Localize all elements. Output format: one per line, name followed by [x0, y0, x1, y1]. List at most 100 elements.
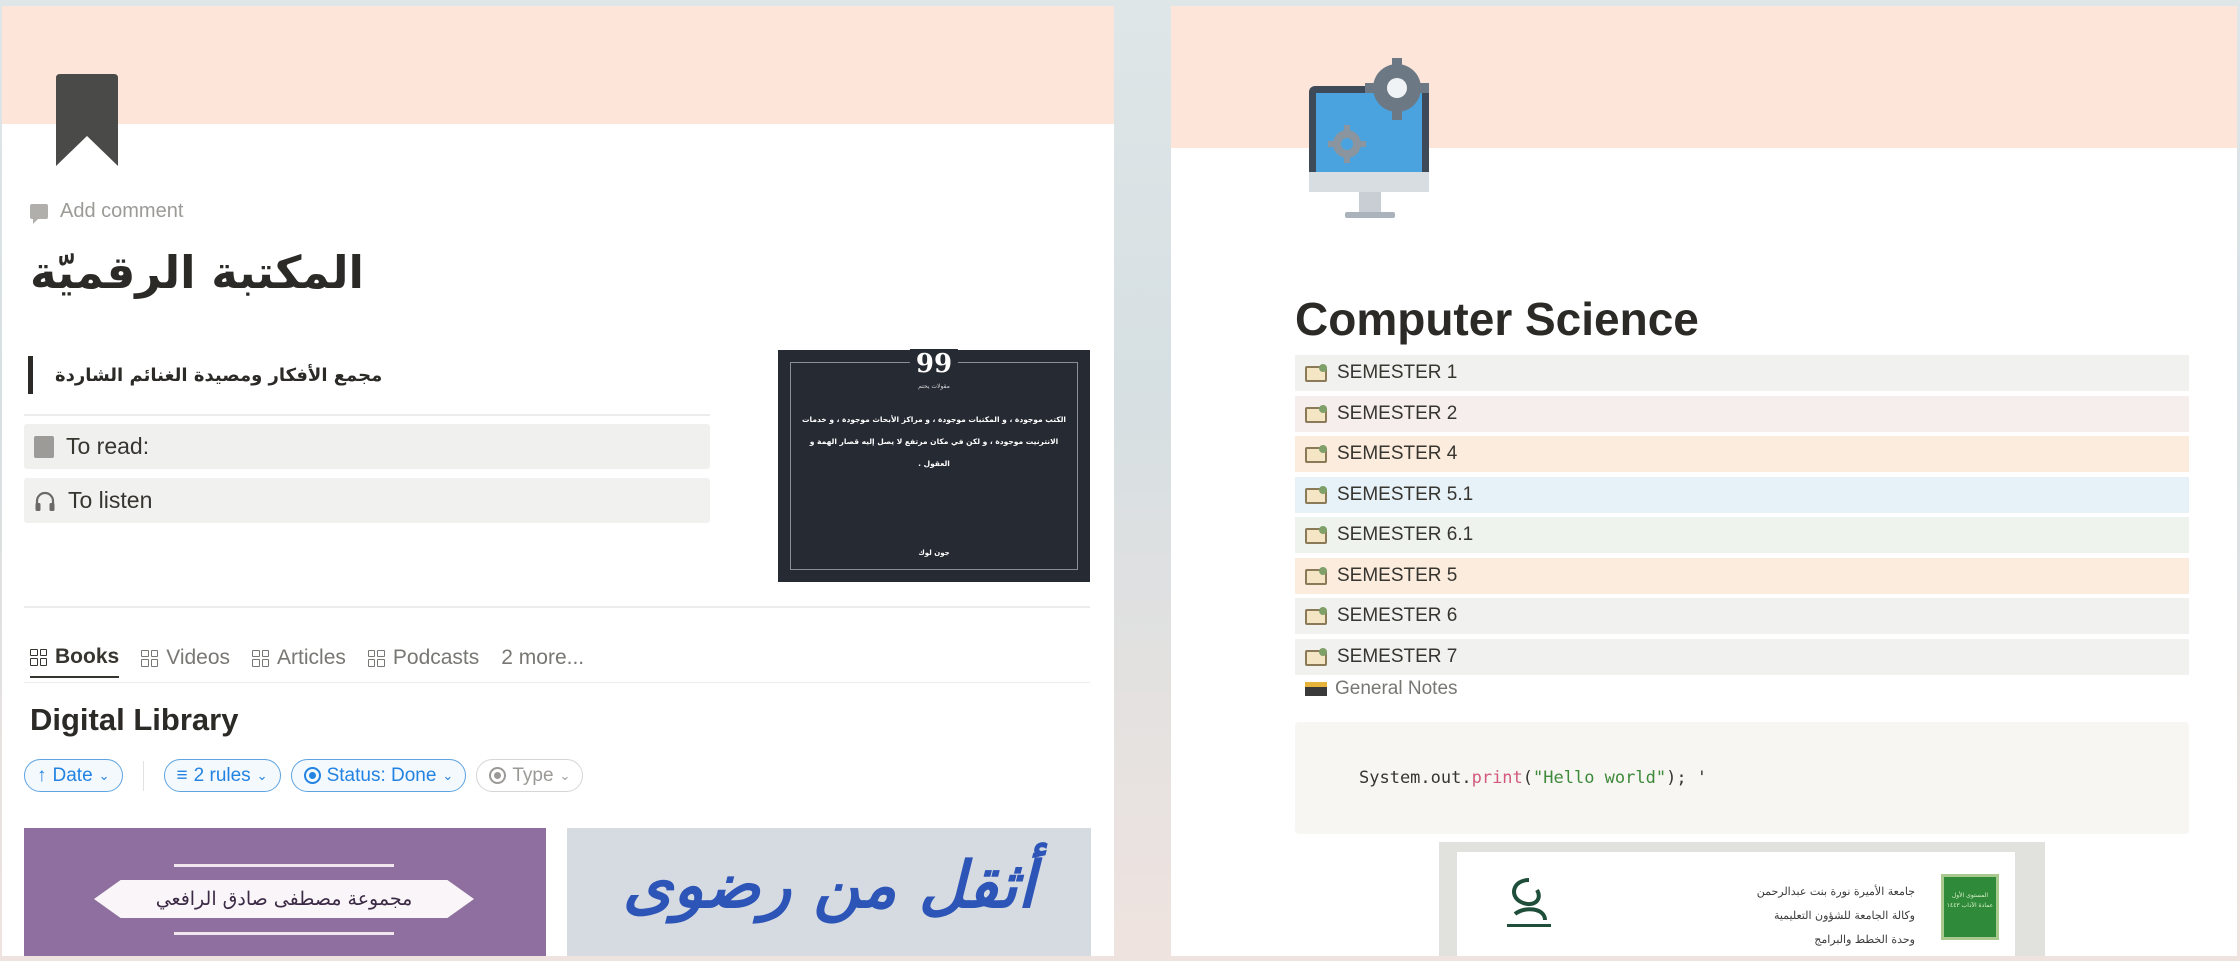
ornament [174, 932, 394, 935]
semester-label: SEMESTER 5 [1337, 564, 1458, 586]
quote-card-image: 99 مقولات يحتم الكتب موجودة ، و المكتبات… [778, 349, 1090, 582]
code-open-paren: ( [1522, 768, 1534, 788]
folder-icon [1305, 526, 1327, 544]
notes-icon [1305, 682, 1327, 696]
semester-label: SEMESTER 6.1 [1337, 524, 1474, 545]
tab-label: Videos [166, 646, 231, 669]
semester-link[interactable]: SEMESTER 2 [1295, 395, 2189, 432]
document-line: جامعة الأميرة نورة بنت عبدالرحمن [1756, 885, 1915, 898]
bookmark-icon [56, 74, 118, 166]
chevron-down-icon: ⌄ [559, 767, 571, 783]
document-header-text: جامعة الأميرة نورة بنت عبدالرحمن وكالة ا… [1715, 880, 1915, 952]
tab-label: Books [55, 645, 120, 668]
divider [24, 606, 1090, 608]
semester-label: SEMESTER 6 [1337, 605, 1458, 626]
pill-label: Date [52, 764, 93, 786]
gallery-icon [30, 648, 47, 666]
tab-more[interactable]: 2 more... [501, 638, 584, 678]
divider [24, 682, 1090, 683]
add-comment-button[interactable]: Add comment [30, 200, 184, 224]
status-icon [303, 767, 321, 784]
pill-label: Type [512, 764, 554, 786]
book-cover-title: مجموعة مصطفى صادق الرافعي [94, 880, 474, 918]
semester-link[interactable]: SEMESTER 6 [1295, 598, 2189, 634]
ornament [174, 864, 394, 867]
filter-bar: ↑ Date ⌄ ≡ 2 rules ⌄ Status: Done ⌄ Type… [24, 759, 584, 792]
folder-icon [1305, 566, 1327, 585]
quote-card-frame: 99 مقولات يحتم الكتب موجودة ، و المكتبات… [790, 349, 1078, 570]
link-label: To read: [66, 433, 150, 459]
tab-articles[interactable]: Articles [252, 638, 346, 678]
folder-icon [1305, 404, 1327, 423]
gallery-icon [367, 649, 385, 667]
quote-mark-icon: 99 [909, 349, 959, 379]
link-to-listen[interactable]: To listen [24, 478, 710, 523]
semester-link[interactable]: SEMESTER 5 [1295, 557, 2189, 594]
chevron-down-icon: ⌄ [256, 767, 268, 783]
link-to-read[interactable]: To read: [24, 424, 710, 469]
quote-card-author: جون لوك [918, 549, 950, 557]
arrow-up-icon: ↑ [37, 764, 47, 786]
semester-link[interactable]: SEMESTER 7 [1295, 638, 2189, 675]
quote-block: مجمع الأفكار ومصيدة الغنائم الشاردة [28, 356, 382, 394]
code-block[interactable]: System.out. print("Hello world"); ' [1295, 722, 2189, 834]
general-notes-label: General Notes [1335, 678, 1458, 699]
code-suffix: ); ' [1666, 768, 1708, 788]
comment-icon [30, 204, 48, 224]
semester-link[interactable]: SEMESTER 6.1 [1295, 517, 2189, 553]
semester-label: SEMESTER 2 [1337, 402, 1458, 424]
folder-icon [1305, 445, 1327, 463]
quote-card-heading: مقولات يحتم [918, 383, 950, 390]
document-line: وكالة الجامعة للشؤون التعليمية [1773, 909, 1915, 922]
semester-label: SEMESTER 5.1 [1337, 483, 1474, 505]
folder-icon [1305, 364, 1327, 382]
status-filter-pill[interactable]: Status: Done ⌄ [290, 759, 467, 792]
book-card[interactable]: مجموعة مصطفى صادق الرافعي [24, 828, 546, 956]
divider [24, 414, 710, 416]
page-title: Computer Science [1295, 293, 1699, 345]
semester-link[interactable]: SEMESTER 1 [1295, 355, 2189, 391]
database-view-tabs: Books Videos Articles Podcasts 2 more... [30, 638, 584, 682]
chevron-down-icon: ⌄ [98, 767, 110, 783]
page-cover [2, 6, 1114, 124]
tab-label: Podcasts [392, 646, 480, 669]
right-page-panel: Computer Science SEMESTER 1 SEMESTER 2 SEM… [1171, 6, 2237, 956]
semester-label: SEMESTER 1 [1337, 362, 1458, 383]
document-line: وحدة الخطط والبرامج [1814, 933, 1915, 946]
folder-icon [1305, 647, 1327, 666]
computer-settings-icon [1309, 58, 1429, 218]
code-keyword: print [1471, 768, 1523, 788]
folder-icon [1305, 485, 1327, 504]
tab-podcasts[interactable]: Podcasts [367, 638, 480, 678]
document-page: جامعة الأميرة نورة بنت عبدالرحمن وكالة ا… [1457, 852, 2015, 956]
tab-videos[interactable]: Videos [141, 638, 230, 678]
database-title: Digital Library [30, 702, 239, 737]
document-preview-image: جامعة الأميرة نورة بنت عبدالرحمن وكالة ا… [1439, 842, 2045, 956]
semester-label: SEMESTER 4 [1337, 443, 1458, 464]
book-card[interactable]: أثقل من رضوى [567, 828, 1091, 956]
university-logo-icon [1507, 878, 1551, 927]
page-title: المكتبة الرقميّة [30, 246, 364, 299]
semester-link[interactable]: SEMESTER 5.1 [1295, 476, 2189, 513]
book-icon [34, 435, 54, 458]
general-notes-link[interactable]: General Notes [1295, 678, 1458, 700]
gallery-icon [252, 649, 270, 667]
type-filter-pill[interactable]: Type ⌄ [476, 759, 584, 792]
left-page-panel: Add comment المكتبة الرقميّة مجمع الأفكا… [2, 6, 1114, 956]
headphones-icon [35, 491, 55, 511]
chevron-down-icon: ⌄ [442, 767, 454, 783]
add-comment-label: Add comment [60, 200, 184, 222]
tab-label: Articles [277, 646, 346, 669]
semester-link[interactable]: SEMESTER 4 [1295, 436, 2189, 472]
book-cover-title: أثقل من رضوى [622, 848, 1036, 923]
filter-separator [142, 760, 144, 791]
folder-icon [1305, 607, 1327, 625]
status-icon [489, 767, 507, 784]
tab-books[interactable]: Books [30, 638, 120, 678]
rules-filter-pill[interactable]: ≡ 2 rules ⌄ [163, 759, 281, 792]
sort-date-pill[interactable]: ↑ Date ⌄ [24, 759, 123, 792]
pill-label: 2 rules [193, 764, 251, 786]
document-badge: المستوى الأول عمادة الآداب ١٤٤٣ [1941, 874, 1999, 940]
code-string: "Hello world" [1533, 768, 1667, 788]
pill-label: Status: Done [326, 764, 437, 786]
